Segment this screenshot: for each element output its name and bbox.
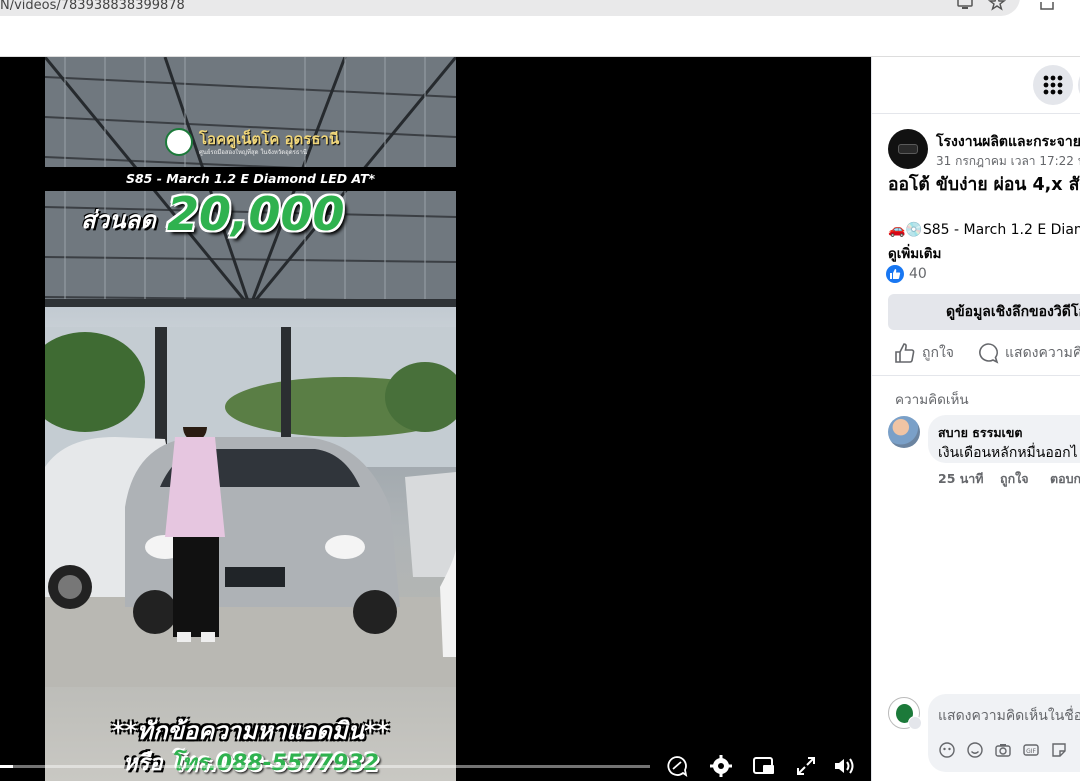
comment-reply-link[interactable]: ตอบกลับ bbox=[1050, 469, 1080, 489]
dealer-logo-emblem bbox=[165, 128, 193, 156]
comment-toggle-icon[interactable] bbox=[665, 754, 689, 778]
cast-icon[interactable] bbox=[956, 0, 974, 12]
post-timestamp[interactable]: 31 กรกฎาคม เวลา 17:22 น. bbox=[936, 152, 1080, 171]
video-player[interactable]: โอคคูเน็ตโค อุดรธานี ศูนย์รถมือสองใหญ่ที… bbox=[0, 57, 871, 781]
page-name[interactable]: โรงงานผลิตและกระจาย bbox=[936, 131, 1080, 153]
page-avatar[interactable] bbox=[888, 129, 928, 169]
comment-input[interactable]: แสดงความคิดเห็นในชื่อ bbox=[938, 705, 1080, 727]
see-more-link[interactable]: ดูเพิ่มเติม bbox=[888, 242, 941, 264]
cta-phone-line: หรือ โทร.088-5577932 bbox=[123, 745, 379, 780]
video-frame[interactable]: โอคคูเน็ตโค อุดรธานี ศูนย์รถมือสองใหญ่ที… bbox=[45, 57, 456, 781]
discount-label: ส่วนลด bbox=[81, 206, 156, 234]
bookmark-star-icon[interactable] bbox=[987, 0, 1007, 12]
commenter-avatar[interactable] bbox=[888, 416, 920, 448]
settings-icon[interactable] bbox=[709, 754, 733, 778]
comment-author[interactable]: สบาย ธรรมเขต bbox=[938, 423, 1023, 443]
svg-text:GIF: GIF bbox=[1026, 748, 1036, 755]
profile-switch-icon[interactable] bbox=[908, 716, 922, 730]
emoji-icon[interactable] bbox=[966, 741, 984, 759]
volume-icon[interactable] bbox=[832, 754, 856, 778]
menu-button[interactable] bbox=[1033, 65, 1073, 105]
video-insights-button[interactable]: ดูข้อมูลเชิงลึกของวิดีโอ bbox=[888, 294, 1080, 330]
camera-icon[interactable] bbox=[994, 741, 1012, 759]
share-icon[interactable] bbox=[1038, 0, 1056, 12]
post-description: 🚗💿S85 - March 1.2 E Diamo bbox=[888, 222, 1080, 238]
divider bbox=[872, 113, 1080, 114]
post-title: ออโต้ ขับง่าย ผ่อน 4,x สัญญา bbox=[888, 175, 1080, 195]
gif-icon[interactable]: GIF bbox=[1022, 741, 1040, 759]
picture-in-picture-icon[interactable] bbox=[752, 754, 776, 778]
thumbs-up-icon bbox=[895, 343, 915, 363]
browser-toolbar: N/videos/783938838399878 bbox=[0, 0, 1080, 57]
comment-like-link[interactable]: ถูกใจ bbox=[1000, 469, 1029, 489]
cars-scene bbox=[45, 427, 456, 687]
comment-button-label: แสดงความคิดเห็น bbox=[1005, 345, 1080, 361]
comment-text: เงินเดือนหลักหมื่นออกไ bbox=[938, 445, 1078, 461]
cta-phone: โทร.088-5577932 bbox=[170, 751, 379, 776]
video-progress-bar[interactable] bbox=[0, 765, 650, 768]
comment-time[interactable]: 25 นาที bbox=[938, 469, 984, 489]
dealer-logo: โอคคูเน็ตโค อุดรธานี ศูนย์รถมือสองใหญ่ที… bbox=[165, 125, 339, 159]
like-reaction-icon[interactable] bbox=[886, 265, 904, 283]
post-details-panel: โรงงานผลิตและกระจาย 31 กรกฎาคม เวลา 17:2… bbox=[871, 57, 1080, 781]
url-text[interactable]: N/videos/783938838399878 bbox=[0, 0, 185, 14]
grid-menu-icon bbox=[1043, 75, 1063, 95]
like-count[interactable]: 40 bbox=[909, 266, 927, 282]
address-bar[interactable]: N/videos/783938838399878 bbox=[0, 0, 1020, 16]
cta-or: หรือ bbox=[123, 751, 163, 776]
divider bbox=[872, 375, 1080, 376]
video-progress-fill bbox=[0, 765, 13, 768]
sticker-icon[interactable] bbox=[1050, 741, 1068, 759]
dealer-logo-subtext: ศูนย์รถมือสองใหญ่ที่สุด ในจังหวัดอุดรธาน… bbox=[199, 149, 308, 156]
like-button-label: ถูกใจ bbox=[922, 345, 954, 361]
fullscreen-icon[interactable] bbox=[794, 754, 818, 778]
comments-heading: ความคิดเห็น bbox=[895, 392, 969, 408]
comment-icon bbox=[979, 343, 999, 364]
discount-value: 20,000 bbox=[167, 187, 345, 241]
avatar-sticker-icon[interactable] bbox=[938, 741, 956, 759]
